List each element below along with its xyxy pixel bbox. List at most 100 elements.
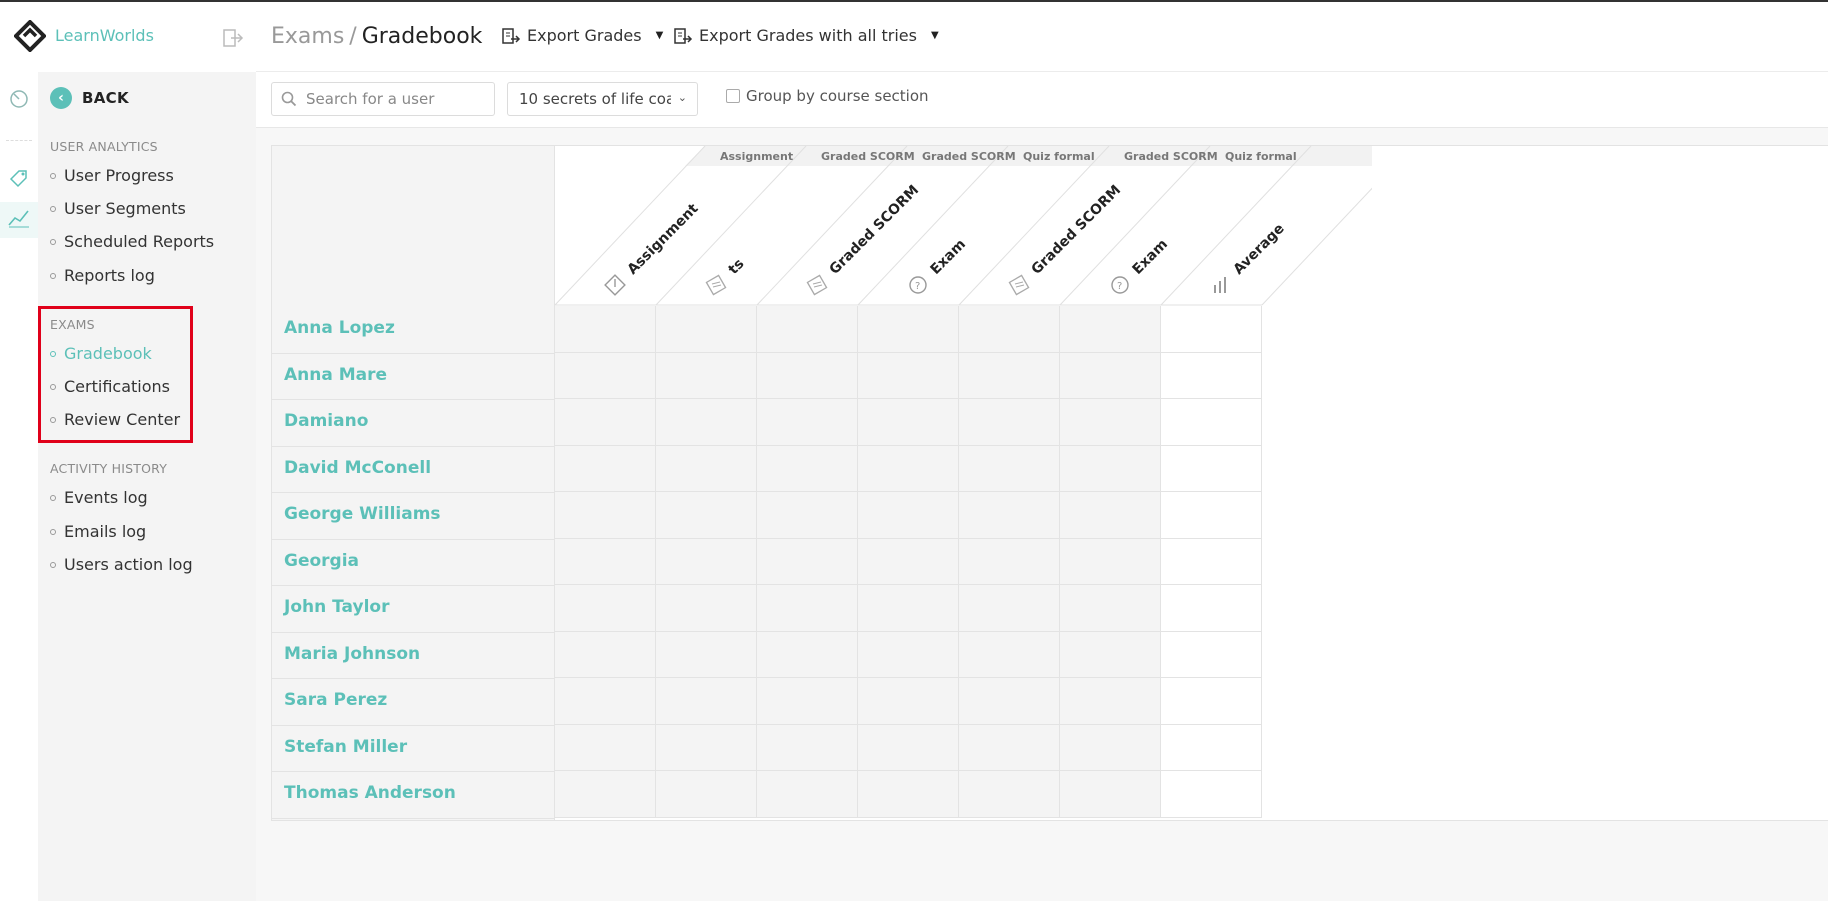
- sidebar-item-reports-log[interactable]: Reports log: [50, 266, 155, 285]
- sidebar-item-user-segments[interactable]: User Segments: [50, 199, 186, 218]
- grade-cell[interactable]: [1060, 678, 1161, 725]
- grade-cell[interactable]: [555, 306, 656, 353]
- search-box[interactable]: [271, 82, 495, 116]
- grade-cell[interactable]: [757, 306, 858, 353]
- grade-cell[interactable]: [858, 399, 959, 446]
- grade-cell[interactable]: [757, 538, 858, 585]
- user-name-link[interactable]: John Taylor: [284, 597, 389, 617]
- grade-cell[interactable]: [959, 306, 1060, 353]
- sidebar-item-emails-log[interactable]: Emails log: [50, 522, 146, 541]
- grade-cell[interactable]: [1060, 724, 1161, 771]
- course-select[interactable]: 10 secrets of life coaching ⌄: [507, 82, 698, 116]
- average-cell[interactable]: [1161, 585, 1262, 632]
- average-cell[interactable]: [1161, 771, 1262, 818]
- user-name-link[interactable]: Stefan Miller: [284, 737, 407, 757]
- average-cell[interactable]: [1161, 445, 1262, 492]
- grade-cell[interactable]: [858, 724, 959, 771]
- grade-cell[interactable]: [555, 352, 656, 399]
- average-cell[interactable]: [1161, 538, 1262, 585]
- grade-cell[interactable]: [959, 585, 1060, 632]
- grade-cell[interactable]: [1060, 352, 1161, 399]
- grade-cell[interactable]: [959, 631, 1060, 678]
- grade-cell[interactable]: [656, 399, 757, 446]
- grade-cell[interactable]: [555, 724, 656, 771]
- analytics-chart-icon[interactable]: [6, 205, 32, 231]
- user-name-link[interactable]: George Williams: [284, 504, 441, 524]
- grade-cell[interactable]: [959, 399, 1060, 446]
- average-cell[interactable]: [1161, 492, 1262, 539]
- average-cell[interactable]: [1161, 399, 1262, 446]
- grade-cell[interactable]: [959, 724, 1060, 771]
- grade-cell[interactable]: [555, 445, 656, 492]
- grade-cell[interactable]: [1060, 538, 1161, 585]
- average-cell[interactable]: [1161, 631, 1262, 678]
- grade-cell[interactable]: [1060, 771, 1161, 818]
- export-grades-button[interactable]: Export Grades ▼: [501, 26, 663, 45]
- user-name-link[interactable]: Georgia: [284, 551, 359, 571]
- sidebar-item-events-log[interactable]: Events log: [50, 488, 148, 507]
- grade-cell[interactable]: [656, 306, 757, 353]
- grade-cell[interactable]: [757, 399, 858, 446]
- grade-cell[interactable]: [555, 678, 656, 725]
- average-cell[interactable]: [1161, 724, 1262, 771]
- grade-cell[interactable]: [1060, 585, 1161, 632]
- export-grades-all-tries-button[interactable]: Export Grades with all tries ▼: [673, 26, 939, 45]
- grade-cell[interactable]: [555, 771, 656, 818]
- sidebar-item-user-progress[interactable]: User Progress: [50, 166, 174, 185]
- search-input[interactable]: [306, 90, 486, 108]
- grade-cell[interactable]: [757, 585, 858, 632]
- average-cell[interactable]: [1161, 678, 1262, 725]
- user-name-link[interactable]: Thomas Anderson: [284, 783, 456, 803]
- grade-cell[interactable]: [757, 724, 858, 771]
- grade-cell[interactable]: [656, 445, 757, 492]
- tag-icon[interactable]: [6, 165, 32, 191]
- grade-cell[interactable]: [555, 585, 656, 632]
- grade-cell[interactable]: [959, 771, 1060, 818]
- grade-cell[interactable]: [656, 538, 757, 585]
- grade-cell[interactable]: [757, 771, 858, 818]
- grade-cell[interactable]: [959, 352, 1060, 399]
- grade-cell[interactable]: [858, 445, 959, 492]
- sidebar-item-scheduled-reports[interactable]: Scheduled Reports: [50, 232, 214, 251]
- grade-cell[interactable]: [858, 678, 959, 725]
- grade-cell[interactable]: [858, 585, 959, 632]
- grade-cell[interactable]: [757, 678, 858, 725]
- user-name-link[interactable]: Maria Johnson: [284, 644, 420, 664]
- grade-cell[interactable]: [1060, 306, 1161, 353]
- grade-cell[interactable]: [757, 631, 858, 678]
- grade-cell[interactable]: [858, 306, 959, 353]
- learnworlds-logo-icon[interactable]: [14, 20, 46, 52]
- grade-cell[interactable]: [858, 492, 959, 539]
- grade-cell[interactable]: [555, 538, 656, 585]
- grade-cell[interactable]: [858, 538, 959, 585]
- grade-cell[interactable]: [656, 724, 757, 771]
- grade-cell[interactable]: [555, 492, 656, 539]
- speedometer-icon[interactable]: [6, 85, 32, 111]
- grade-cell[interactable]: [656, 631, 757, 678]
- grade-cell[interactable]: [555, 631, 656, 678]
- grade-cell[interactable]: [959, 445, 1060, 492]
- grade-cell[interactable]: [1060, 631, 1161, 678]
- grade-cell[interactable]: [858, 771, 959, 818]
- sidebar-item-users-action-log[interactable]: Users action log: [50, 555, 193, 574]
- grade-cell[interactable]: [656, 352, 757, 399]
- grade-cell[interactable]: [959, 538, 1060, 585]
- average-cell[interactable]: [1161, 306, 1262, 353]
- exit-icon[interactable]: [222, 28, 244, 48]
- back-button[interactable]: ‹ BACK: [50, 87, 129, 109]
- grade-cell[interactable]: [656, 492, 757, 539]
- group-by-section-toggle[interactable]: Group by course section: [726, 87, 929, 105]
- grade-cell[interactable]: [1060, 492, 1161, 539]
- grade-cell[interactable]: [555, 399, 656, 446]
- grade-cell[interactable]: [757, 445, 858, 492]
- grade-cell[interactable]: [656, 585, 757, 632]
- grade-cell[interactable]: [858, 631, 959, 678]
- grade-cell[interactable]: [1060, 445, 1161, 492]
- grade-cell[interactable]: [656, 678, 757, 725]
- grade-cell[interactable]: [656, 771, 757, 818]
- user-name-link[interactable]: David McConell: [284, 458, 431, 478]
- breadcrumb-exams[interactable]: Exams: [271, 24, 344, 49]
- grade-cell[interactable]: [959, 492, 1060, 539]
- grade-cell[interactable]: [858, 352, 959, 399]
- grade-cell[interactable]: [757, 352, 858, 399]
